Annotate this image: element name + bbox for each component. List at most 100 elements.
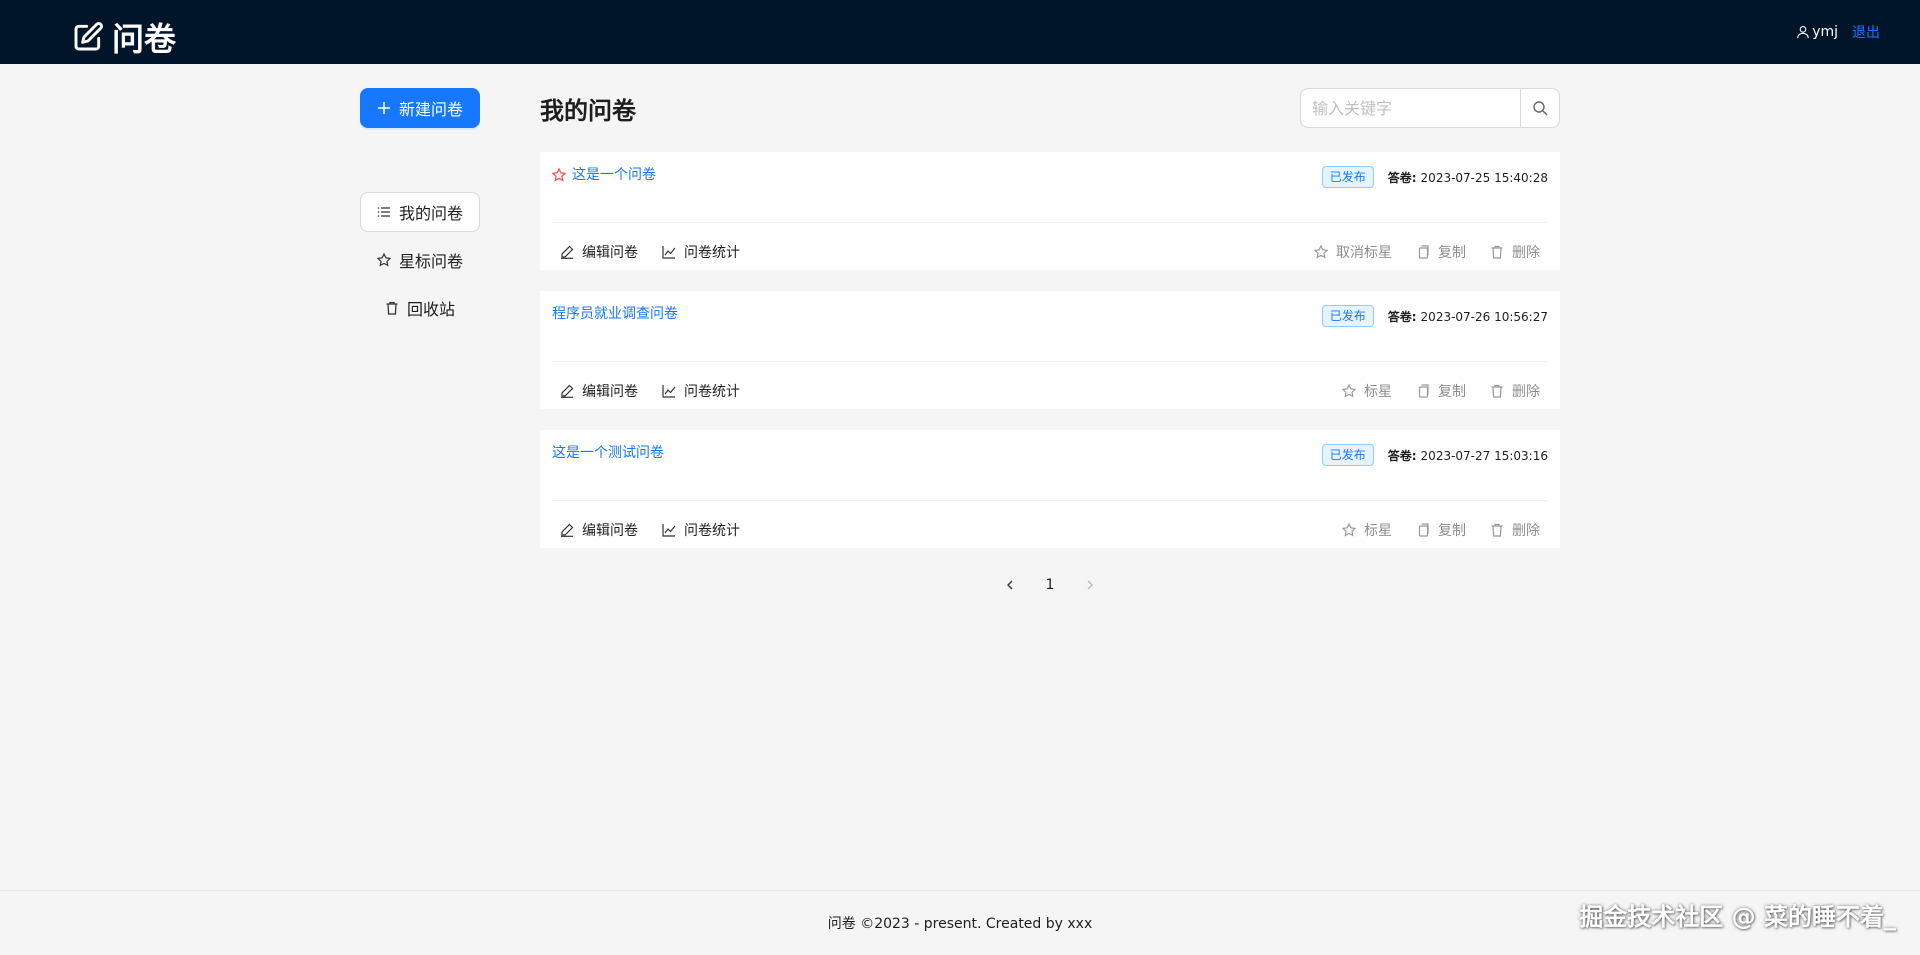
status-badge: 已发布 xyxy=(1321,444,1374,466)
chevron-right-icon xyxy=(1087,580,1093,590)
questionnaire-title: 程序员就业调查问卷 xyxy=(552,306,678,322)
delete-button[interactable]: 删除 xyxy=(1482,236,1548,268)
menu-item-starred[interactable]: 星标问卷 xyxy=(360,240,480,280)
search-icon xyxy=(1533,101,1548,116)
created-date: 2023-07-26 10:56:27 xyxy=(1420,309,1548,324)
trash-icon xyxy=(1491,523,1503,537)
delete-label: 删除 xyxy=(1512,245,1540,261)
menu-item-my-questionnaires[interactable]: 我的问卷 xyxy=(360,192,480,232)
menu-item-recycle-bin[interactable]: 回收站 xyxy=(360,288,480,328)
questionnaire-stats-button[interactable]: 问卷统计 xyxy=(654,236,748,268)
edit-label: 编辑问卷 xyxy=(582,384,638,400)
trash-icon xyxy=(386,301,398,315)
card-meta: 已发布 答卷: 2023-07-25 15:40:28 xyxy=(1321,164,1548,188)
card-meta: 已发布 答卷: 2023-07-26 10:56:27 xyxy=(1321,303,1548,327)
search-button[interactable] xyxy=(1520,88,1560,128)
questionnaire-title-link[interactable]: 这是一个问卷 xyxy=(552,164,656,186)
answer-info: 答卷: 2023-07-27 15:03:16 xyxy=(1388,447,1548,464)
user-icon xyxy=(1797,26,1809,39)
logout-link[interactable]: 退出 xyxy=(1852,22,1880,42)
main-content: 我的问卷 这是一个问卷 已发布 答卷:2023-07-25 15:40:28 xyxy=(540,88,1560,601)
star-icon xyxy=(1342,384,1356,398)
next-page-button[interactable] xyxy=(1074,569,1106,601)
search-box xyxy=(1300,88,1560,128)
answer-label: 答卷: xyxy=(1387,448,1417,463)
questionnaire-title-link[interactable]: 程序员就业调查问卷 xyxy=(552,303,678,325)
questionnaire-card: 这是一个问卷 已发布 答卷: 2023-07-25 15:40:28 编辑问卷 问… xyxy=(540,152,1560,270)
answer-label: 答卷: xyxy=(1387,309,1417,324)
side-menu: 我的问卷 星标问卷 回收站 xyxy=(360,192,480,328)
questionnaire-title-link[interactable]: 这是一个测试问卷 xyxy=(552,442,664,464)
menu-item-label: 我的问卷 xyxy=(398,204,463,223)
star-button[interactable]: 标星 xyxy=(1334,514,1400,546)
delete-button[interactable]: 删除 xyxy=(1482,375,1548,407)
copy-button[interactable]: 复制 xyxy=(1408,514,1474,546)
star-action-label: 标星 xyxy=(1364,384,1392,400)
edit-icon xyxy=(561,384,574,398)
trash-icon xyxy=(1491,384,1503,398)
edit-questionnaire-button[interactable]: 编辑问卷 xyxy=(552,236,646,268)
plus-icon xyxy=(377,102,390,114)
copy-icon xyxy=(1418,523,1429,537)
create-button-label: 新建问卷 xyxy=(398,100,463,119)
delete-label: 删除 xyxy=(1512,523,1540,539)
questionnaire-stats-button[interactable]: 问卷统计 xyxy=(654,375,748,407)
pagination: 1 xyxy=(540,569,1560,601)
copy-label: 复制 xyxy=(1438,384,1466,400)
chevron-left-icon xyxy=(1007,580,1013,590)
search-input[interactable] xyxy=(1300,88,1520,128)
user-info: ymj xyxy=(1796,24,1838,40)
questionnaire-title: 这是一个测试问卷 xyxy=(552,445,664,461)
questionnaire-card: 程序员就业调查问卷 已发布 答卷: 2023-07-26 10:56:27 编辑问… xyxy=(540,291,1560,409)
page-number[interactable]: 1 xyxy=(1034,569,1066,601)
logo[interactable]: 问卷 xyxy=(72,14,176,60)
star-icon xyxy=(1342,523,1356,537)
line-chart-icon xyxy=(662,246,676,259)
stats-label: 问卷统计 xyxy=(684,523,740,539)
edit-icon xyxy=(74,22,103,51)
star-button[interactable]: 标星 xyxy=(1334,375,1400,407)
created-date: 2023-07-27 15:03:16 xyxy=(1420,448,1548,463)
edit-icon xyxy=(561,523,574,537)
create-questionnaire-button[interactable]: 新建问卷 xyxy=(360,88,480,128)
logo-text: 问卷 xyxy=(112,20,177,58)
status-badge: 已发布 xyxy=(1321,305,1374,327)
page-title: 我的问卷 xyxy=(540,96,636,125)
edit-questionnaire-button[interactable]: 编辑问卷 xyxy=(552,375,646,407)
star-icon xyxy=(376,253,391,267)
copy-button[interactable]: 复制 xyxy=(1408,236,1474,268)
edit-label: 编辑问卷 xyxy=(582,523,638,539)
unstar-button[interactable]: 取消标星 xyxy=(1306,236,1400,268)
copy-button[interactable]: 复制 xyxy=(1408,375,1474,407)
footer-text: 问卷 ©2023 - present. Created by xxx xyxy=(827,916,1093,932)
prev-page-button[interactable] xyxy=(994,569,1026,601)
watermark: 掘金技术社区 @ 菜的睡不着_ xyxy=(1579,903,1896,931)
star-icon xyxy=(552,168,566,182)
list-icon xyxy=(377,207,390,217)
created-date: 2023-07-25 15:40:28 xyxy=(1420,170,1548,185)
answer-info: 答卷: 2023-07-25 15:40:28 xyxy=(1388,169,1548,186)
answer-label: 答卷: xyxy=(1387,170,1417,185)
top-header: 问卷 ymj 退出 xyxy=(0,0,1920,64)
copy-label: 复制 xyxy=(1438,245,1466,261)
user-name: ymj xyxy=(1812,24,1838,40)
copy-icon xyxy=(1418,384,1429,398)
stats-label: 问卷统计 xyxy=(684,384,740,400)
star-icon xyxy=(1314,245,1328,259)
star-action-label: 标星 xyxy=(1364,523,1392,539)
delete-label: 删除 xyxy=(1512,384,1540,400)
menu-item-label: 星标问卷 xyxy=(398,252,463,271)
line-chart-icon xyxy=(662,385,676,398)
answer-info: 答卷: 2023-07-26 10:56:27 xyxy=(1388,308,1548,325)
edit-questionnaire-button[interactable]: 编辑问卷 xyxy=(552,514,646,546)
left-sidebar: 新建问卷 我的问卷 星标问卷 回收站 xyxy=(360,88,480,336)
copy-label: 复制 xyxy=(1438,523,1466,539)
delete-button[interactable]: 删除 xyxy=(1482,514,1548,546)
questionnaire-card: 这是一个测试问卷 已发布 答卷: 2023-07-27 15:03:16 编辑问卷… xyxy=(540,430,1560,548)
questionnaire-stats-button[interactable]: 问卷统计 xyxy=(654,514,748,546)
questionnaire-title: 这是一个问卷 xyxy=(572,167,656,183)
card-meta: 已发布 答卷: 2023-07-27 15:03:16 xyxy=(1321,442,1548,466)
edit-icon xyxy=(561,245,574,259)
main-header: 我的问卷 xyxy=(540,88,1560,128)
stats-label: 问卷统计 xyxy=(684,245,740,261)
